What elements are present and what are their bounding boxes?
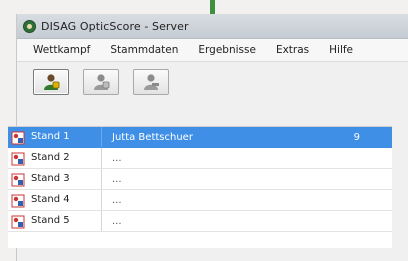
menu-bar: Wettkampf Stammdaten Ergebnisse Extras H…: [17, 39, 408, 62]
accent-bar: [210, 0, 215, 14]
stand-row[interactable]: Stand 4 ...: [8, 190, 392, 211]
stand-row[interactable]: Stand 5 ...: [8, 211, 392, 232]
shooter-remove-button[interactable]: [133, 69, 169, 95]
target-stand-icon: [11, 151, 25, 166]
stand-row[interactable]: Stand 3 ...: [8, 169, 392, 190]
stand-value: 9: [353, 131, 360, 143]
shooter-active-icon: [41, 73, 61, 91]
shooter-name: Jutta Bettschuer: [112, 131, 193, 143]
stand-row[interactable]: Stand 1 Jutta Bettschuer 9: [8, 127, 392, 148]
stand-label: Stand 3: [31, 169, 102, 189]
window-title: DISAG OpticScore - Server: [41, 19, 189, 33]
stand-label: Stand 2: [31, 148, 102, 168]
target-stand-icon: [11, 214, 25, 229]
shooter-icon: [91, 73, 111, 91]
shooter-button[interactable]: [83, 69, 119, 95]
stand-label: Stand 1: [31, 127, 102, 147]
menu-ergebnisse[interactable]: Ergebnisse: [198, 44, 256, 56]
toolbar: [17, 62, 408, 102]
shooter-name: ...: [112, 173, 122, 185]
title-bar: DISAG OpticScore - Server: [17, 14, 408, 39]
menu-stammdaten[interactable]: Stammdaten: [110, 44, 178, 56]
stand-list: Stand 1 Jutta Bettschuer 9 Stand 2 ... S…: [8, 126, 392, 248]
app-logo-icon: [23, 19, 36, 33]
stand-row[interactable]: Stand 2 ...: [8, 148, 392, 169]
shooter-name: ...: [112, 215, 122, 227]
shooter-name: ...: [112, 152, 122, 164]
stand-label: Stand 4: [31, 190, 102, 210]
menu-wettkampf[interactable]: Wettkampf: [33, 44, 90, 56]
menu-hilfe[interactable]: Hilfe: [329, 44, 353, 56]
stand-label: Stand 5: [31, 211, 102, 231]
shooter-remove-icon: [141, 73, 161, 91]
target-stand-icon: [11, 130, 25, 145]
shooter-name: ...: [112, 194, 122, 206]
target-stand-icon: [11, 193, 25, 208]
menu-extras[interactable]: Extras: [276, 44, 309, 56]
shooter-active-button[interactable]: [33, 69, 69, 95]
target-stand-icon: [11, 172, 25, 187]
